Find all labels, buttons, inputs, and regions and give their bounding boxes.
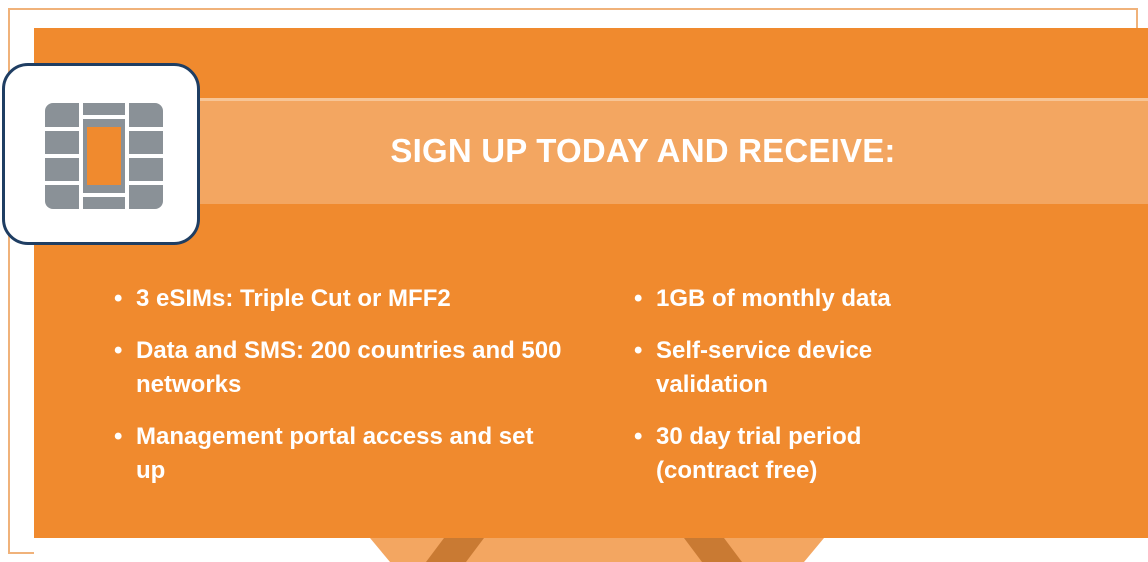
benefit-item: • 30 day trial period (contract free): [634, 420, 956, 488]
sim-icon-box: [2, 63, 200, 245]
benefit-text: Management portal access and set up: [136, 423, 534, 484]
banner-title: SIGN UP TODAY AND RECEIVE:: [390, 132, 896, 169]
bullet: •: [634, 285, 643, 312]
benefit-text: 30 day trial period (contract free): [656, 423, 862, 484]
benefits-right-column: • 1GB of monthly data • Self-service dev…: [634, 282, 1104, 506]
bottom-strip: [34, 538, 1148, 562]
bullet: •: [114, 285, 123, 312]
benefit-item: • Data and SMS: 200 countries and 500 ne…: [114, 334, 586, 402]
bullet: •: [114, 337, 123, 364]
bottom-shape: [370, 538, 824, 562]
bullet: •: [114, 423, 123, 450]
benefit-item: • Self-service device validation: [634, 334, 976, 402]
benefits-left-column: • 3 eSIMs: Triple Cut or MFF2 • Data and…: [114, 282, 584, 506]
benefit-item: • Management portal access and set up: [114, 420, 536, 488]
bullet: •: [634, 337, 643, 364]
benefit-item: • 3 eSIMs: Triple Cut or MFF2: [114, 282, 584, 316]
sim-chip-icon: [45, 103, 163, 209]
benefit-text: Self-service device validation: [656, 337, 873, 398]
benefit-text: Data and SMS: 200 countries and 500 netw…: [136, 337, 562, 398]
banner: SIGN UP TODAY AND RECEIVE:: [170, 98, 1148, 204]
benefit-text: 3 eSIMs: Triple Cut or MFF2: [136, 285, 451, 312]
benefit-item: • 1GB of monthly data: [634, 282, 1104, 316]
bullet: •: [634, 423, 643, 450]
benefit-text: 1GB of monthly data: [656, 285, 891, 312]
